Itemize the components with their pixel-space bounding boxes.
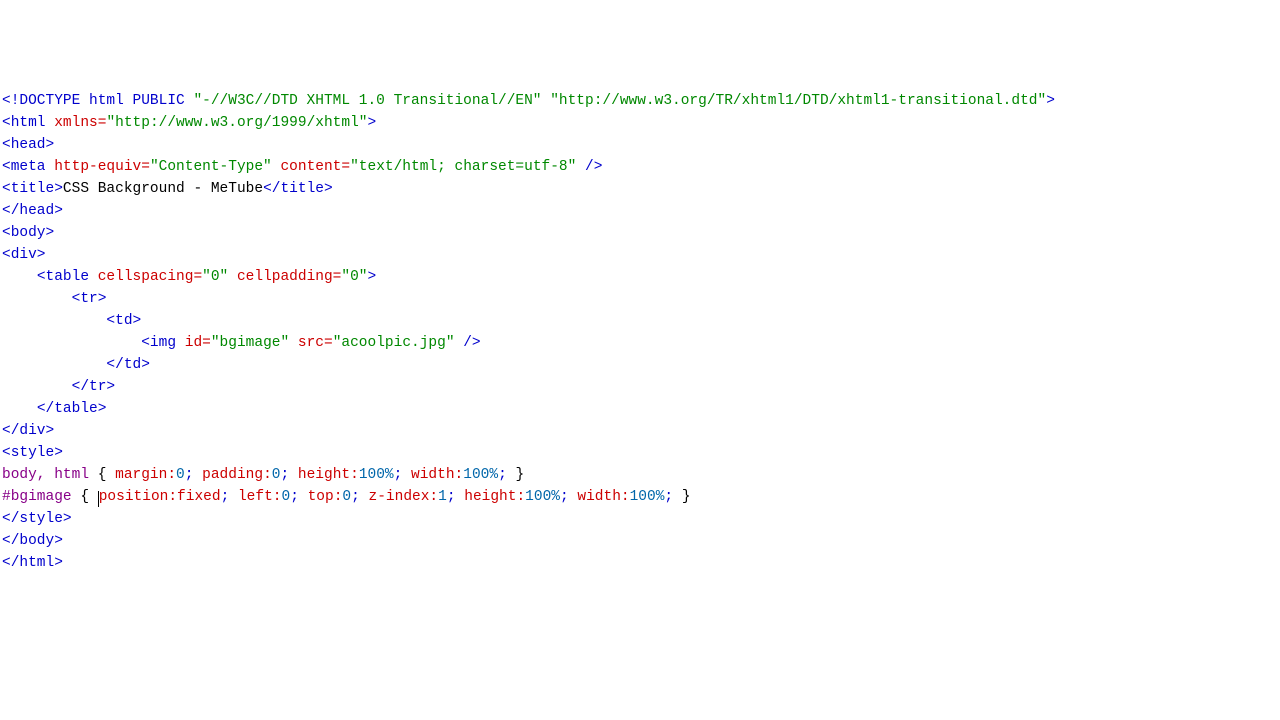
code-line: </html>: [2, 555, 63, 571]
code-line: <table cellspacing="0" cellpadding="0">: [2, 269, 376, 285]
code-line: </style>: [2, 511, 72, 527]
code-line: </tr>: [2, 379, 115, 395]
code-line: <body>: [2, 225, 54, 241]
code-editor[interactable]: <!DOCTYPE html PUBLIC "-//W3C//DTD XHTML…: [2, 90, 1280, 574]
code-line: <head>: [2, 137, 54, 153]
code-line: <!DOCTYPE html PUBLIC "-//W3C//DTD XHTML…: [2, 93, 1055, 109]
code-line: #bgimage { position:fixed; left:0; top:0…: [2, 489, 691, 505]
code-line: <html xmlns="http://www.w3.org/1999/xhtm…: [2, 115, 376, 131]
code-line: <style>: [2, 445, 63, 461]
code-line: <meta http-equiv="Content-Type" content=…: [2, 159, 602, 175]
code-line: </head>: [2, 203, 63, 219]
text-cursor: [98, 491, 99, 507]
code-line: <img id="bgimage" src="acoolpic.jpg" />: [2, 335, 481, 351]
code-line: </div>: [2, 423, 54, 439]
code-line: <td>: [2, 313, 141, 329]
code-line: body, html { margin:0; padding:0; height…: [2, 467, 524, 483]
code-line: </td>: [2, 357, 150, 373]
code-line: <div>: [2, 247, 46, 263]
code-line: </body>: [2, 533, 63, 549]
code-line: <title>CSS Background - MeTube</title>: [2, 181, 333, 197]
code-line: </table>: [2, 401, 106, 417]
code-line: <tr>: [2, 291, 106, 307]
